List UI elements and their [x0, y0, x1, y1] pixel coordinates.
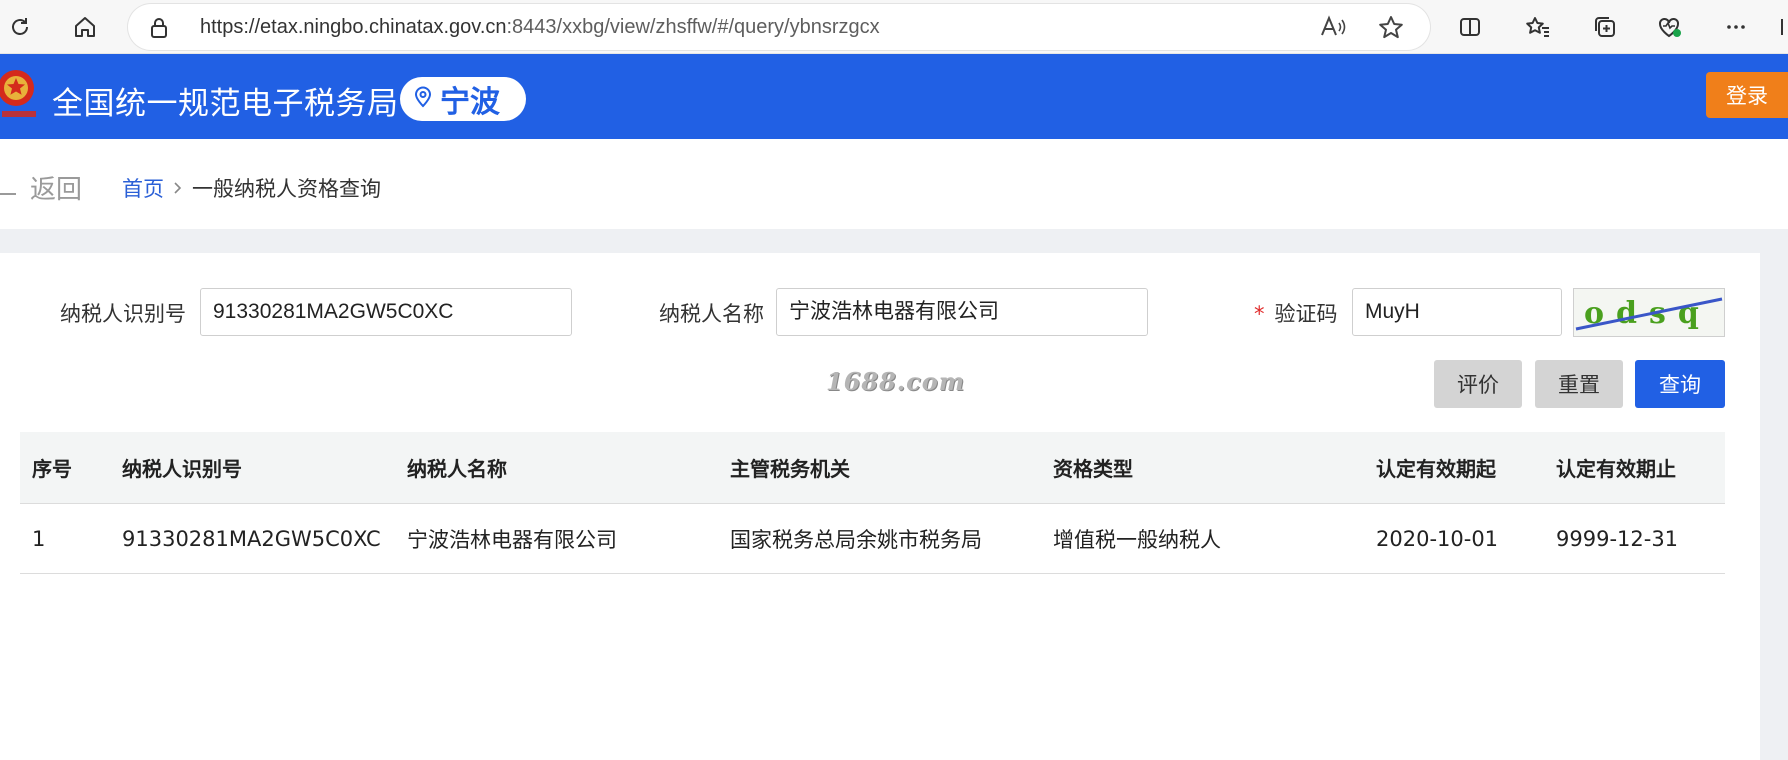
table-cell: 1 — [32, 526, 46, 551]
captcha-image[interactable]: odsq — [1573, 288, 1725, 337]
table-cell: 2020-10-01 — [1376, 526, 1499, 551]
table-cell: 增值税一般纳税人 — [1053, 527, 1221, 552]
more-options-icon[interactable] — [1718, 9, 1754, 45]
location-pin-icon — [414, 86, 432, 112]
results-table: 序号 纳税人识别号 纳税人名称 主管税务机关 资格类型 认定有效期起 认定有效期… — [20, 432, 1725, 574]
table-cell: 9999-12-31 — [1556, 526, 1679, 551]
header-cell-taxpayer-id: 纳税人识别号 — [122, 457, 242, 481]
rate-button[interactable]: 评价 — [1434, 360, 1522, 408]
captcha-label-text: 验证码 — [1274, 302, 1338, 326]
table-row: 1 91330281MA2GW5C0XC 宁波浩林电器有限公司 国家税务总局余姚… — [20, 504, 1725, 574]
lock-icon[interactable] — [150, 17, 168, 43]
collections-icon[interactable] — [1587, 9, 1623, 45]
national-emblem-icon — [0, 64, 38, 124]
table-cell: 宁波浩林电器有限公司 — [407, 527, 617, 552]
taxpayer-id-label: 纳税人识别号 — [60, 302, 186, 326]
url-path: :8443/xxbg/view/zhsffw/#/query/ybnsrzgcx — [506, 16, 880, 38]
section-divider — [0, 229, 1788, 253]
captcha-label: * 验证码 — [1254, 298, 1338, 328]
city-selector[interactable]: 宁波 — [400, 77, 526, 121]
breadcrumb-current: 一般纳税人资格查询 — [192, 177, 381, 201]
header-cell-qualification-type: 资格类型 — [1053, 457, 1133, 481]
login-button[interactable]: 登录 — [1706, 72, 1788, 118]
url-domain: https://etax.ningbo.chinatax.gov.cn — [200, 16, 507, 38]
address-bar[interactable]: https://etax.ningbo.chinatax.gov.cn:8443… — [128, 4, 1430, 50]
taxpayer-name-input[interactable]: 宁波浩林电器有限公司 — [776, 288, 1148, 336]
url-text[interactable]: https://etax.ningbo.chinatax.gov.cn:8443… — [200, 16, 880, 39]
reset-button[interactable]: 重置 — [1535, 360, 1623, 408]
city-name: 宁波 — [440, 85, 500, 120]
header-cell-taxpayer-name: 纳税人名称 — [407, 457, 507, 481]
home-icon[interactable] — [67, 9, 103, 45]
breadcrumb-bar: 返回 首页 一般纳税人资格查询 — [0, 139, 1788, 229]
header-cell-valid-from: 认定有效期起 — [1376, 457, 1496, 481]
chevron-right-icon — [174, 179, 182, 198]
refresh-icon[interactable] — [2, 9, 38, 45]
read-aloud-icon[interactable] — [1320, 15, 1346, 43]
captcha-input[interactable]: MuyH — [1352, 288, 1562, 336]
header-cell-index: 序号 — [32, 457, 72, 481]
back-label: 返回 — [30, 175, 83, 205]
header-cell-tax-authority: 主管税务机关 — [730, 457, 850, 481]
taxpayer-name-label: 纳税人名称 — [659, 302, 764, 326]
required-mark: * — [1254, 302, 1265, 326]
table-cell: 91330281MA2GW5C0XC — [122, 526, 381, 551]
back-arrow-icon — [0, 173, 16, 203]
site-title: 全国统一规范电子税务局 — [52, 86, 399, 122]
favorites-icon[interactable] — [1520, 9, 1556, 45]
header-cell-valid-to: 认定有效期止 — [1556, 457, 1676, 481]
sidebar-edge-icon — [1772, 9, 1788, 45]
taxpayer-id-input[interactable]: 91330281MA2GW5C0XC — [200, 288, 572, 336]
browser-toolbar: https://etax.ningbo.chinatax.gov.cn:8443… — [0, 0, 1788, 54]
browser-essentials-icon[interactable] — [1652, 9, 1688, 45]
back-button[interactable]: 返回 — [0, 169, 82, 206]
query-button[interactable]: 查询 — [1635, 360, 1725, 408]
watermark: 1688.com — [826, 367, 966, 396]
split-screen-icon[interactable] — [1452, 9, 1488, 45]
favorite-star-icon[interactable] — [1378, 15, 1404, 43]
table-header-row: 序号 纳税人识别号 纳税人名称 主管税务机关 资格类型 认定有效期起 认定有效期… — [20, 432, 1725, 504]
site-header: 全国统一规范电子税务局 宁波 登录 — [0, 54, 1788, 139]
breadcrumb: 首页 一般纳税人资格查询 — [122, 173, 381, 203]
breadcrumb-home-link[interactable]: 首页 — [122, 173, 164, 203]
table-cell: 国家税务总局余姚市税务局 — [730, 527, 982, 552]
page-gutter — [1760, 253, 1788, 760]
